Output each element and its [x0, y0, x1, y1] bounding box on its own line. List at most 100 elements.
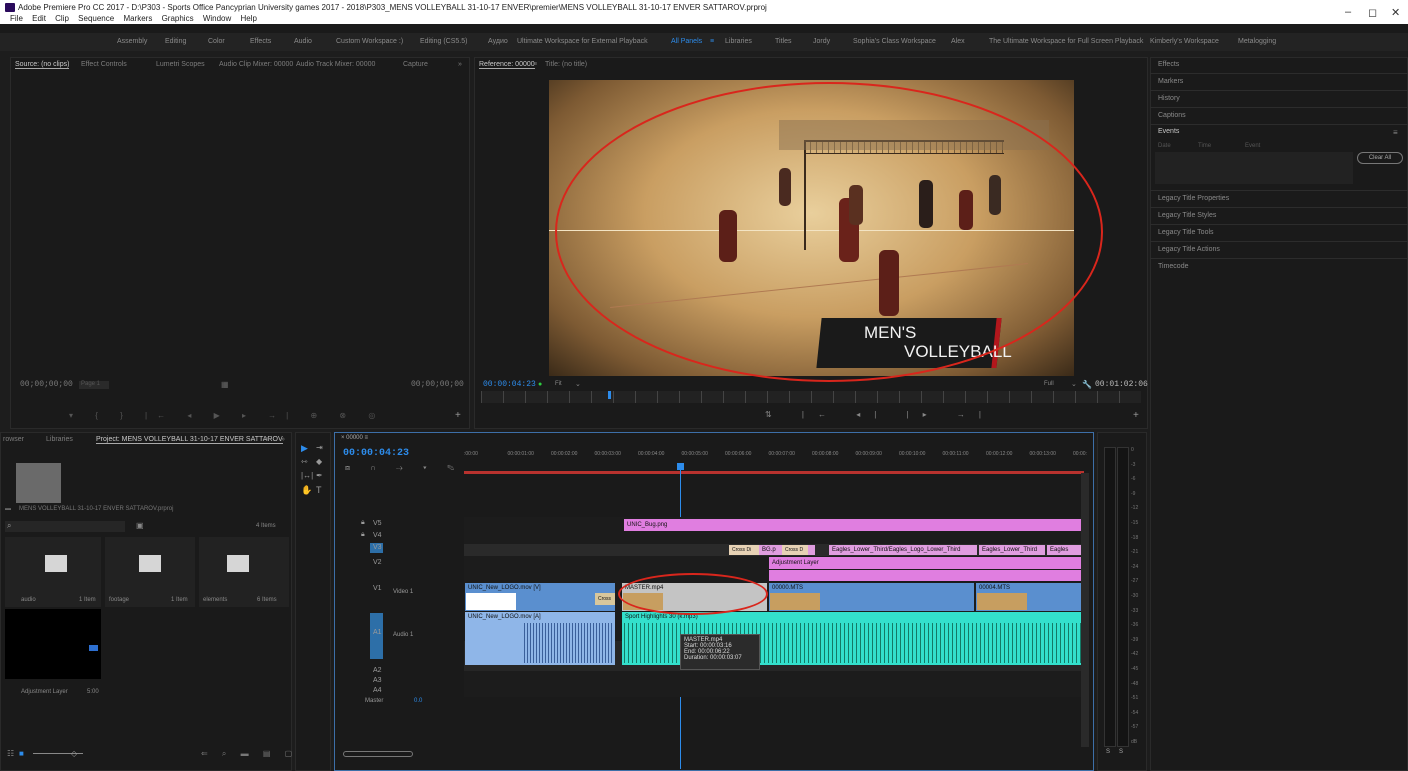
solo-left-button[interactable]: S [1106, 749, 1110, 755]
reference-time-ruler[interactable] [481, 391, 1141, 403]
minimize-button[interactable]: – [1345, 6, 1351, 18]
workspace-tab[interactable]: Assembly [117, 38, 147, 45]
source-timecode-in[interactable]: 00;00;00;00 [20, 380, 73, 389]
panel-overflow-icon[interactable]: » [281, 436, 285, 443]
bin-footage[interactable]: footage 1 Item [105, 537, 195, 607]
pen-tool-icon[interactable]: ✒ [316, 471, 323, 480]
panel-legacy-title-actions[interactable]: Legacy Title Actions [1158, 246, 1220, 253]
tab-source[interactable]: Source: (no clips) [15, 61, 70, 69]
panel-legacy-title-tools[interactable]: Legacy Title Tools [1158, 229, 1214, 236]
clip-v3-lower-third-3[interactable]: Eagles [1047, 545, 1082, 555]
menu-clip[interactable]: Clip [55, 14, 69, 23]
menu-graphics[interactable]: Graphics [162, 14, 194, 23]
timeline-tool-icons[interactable]: ⧈ ∩ ⇢ ▾ ✎ [345, 463, 463, 473]
workspace-menu-icon[interactable]: ≡ [710, 38, 714, 45]
panel-effects[interactable]: Effects [1158, 61, 1179, 68]
wrench-icon[interactable]: 🔧 [1082, 380, 1092, 389]
workspace-tab[interactable]: Kimberly's Workspace [1150, 38, 1219, 45]
tab-lumetri-scopes[interactable]: Lumetri Scopes [156, 61, 205, 68]
tab-audio-clip-mixer[interactable]: Audio Clip Mixer: 00000 [219, 61, 293, 68]
panel-overflow-icon[interactable]: » [458, 61, 462, 68]
hand-tool-icon[interactable]: ✋ [301, 485, 312, 496]
workspace-tab[interactable]: Titles [775, 38, 791, 45]
menu-edit[interactable]: Edit [32, 14, 46, 23]
tab-title[interactable]: Title: (no title) [545, 61, 587, 68]
slip-tool-icon[interactable]: |↔| [301, 471, 313, 480]
track-v3-label[interactable]: V3 [373, 544, 382, 551]
workspace-tab[interactable]: Metalogging [1238, 38, 1276, 45]
track-select-tool-icon[interactable]: ⇥ [316, 443, 323, 452]
type-tool-icon[interactable]: T [316, 485, 322, 495]
tab-media-browser[interactable]: rowser [3, 436, 24, 443]
reference-transport-controls[interactable]: ⇅ |← ◂| |▸ →| [765, 410, 995, 419]
list-view-icon[interactable]: ☷ [7, 749, 14, 758]
workspace-tab[interactable]: Editing (CS5.5) [420, 38, 467, 45]
master-volume-value[interactable]: 0.0 [414, 698, 422, 704]
ripple-edit-tool-icon[interactable]: ⇿ [301, 457, 308, 466]
menu-window[interactable]: Window [203, 14, 231, 23]
add-button-icon[interactable]: + [1133, 410, 1139, 421]
clip-v2-adjustment-layer[interactable]: Adjustment Layer [769, 557, 1082, 569]
menu-file[interactable]: File [10, 14, 23, 23]
events-menu-icon[interactable]: ≡ [1393, 128, 1398, 137]
work-area-bar[interactable] [464, 471, 1084, 474]
icon-view-icon[interactable]: ■ [19, 749, 24, 758]
resolution-select[interactable]: Full [1044, 381, 1054, 387]
selection-tool-icon[interactable]: ▶ [301, 443, 308, 454]
bin-audio[interactable]: audio 1 Item [5, 537, 101, 607]
menu-sequence[interactable]: Sequence [78, 14, 114, 23]
project-menu-icon[interactable]: ≡ [265, 436, 269, 443]
source-transport-controls[interactable]: ▾ { } |← ◂ ▶ ▸ →| ⊕ ⊗ ◎ [69, 411, 385, 420]
track-a3-label[interactable]: A3 [373, 677, 382, 684]
workspace-tab-active[interactable]: All Panels [671, 38, 702, 45]
workspace-tab[interactable]: Editing [165, 38, 186, 45]
clear-all-button[interactable]: Clear All [1357, 152, 1403, 164]
menu-markers[interactable]: Markers [123, 14, 152, 23]
workspace-tab[interactable]: Libraries [725, 38, 752, 45]
bin-elements[interactable]: elements 6 Items [199, 537, 289, 607]
tab-capture[interactable]: Capture [403, 61, 428, 68]
adjustment-layer-item[interactable] [5, 609, 101, 679]
panel-events[interactable]: Events [1158, 128, 1179, 135]
source-timecode-out[interactable]: 00;00;00;00 [411, 380, 464, 389]
clip-v2-adjustment-extension[interactable] [769, 570, 1082, 581]
tab-project[interactable]: Project: MENS VOLLEYBALL 31-10-17 ENVER … [96, 436, 283, 444]
tab-reference[interactable]: Reference: 00000 [479, 61, 535, 69]
maximize-button[interactable]: ◻ [1368, 6, 1377, 19]
timeline-ruler[interactable]: :00:00 00:00:01:00 00:00:02:00 00:00:03:00 0… [464, 445, 1087, 475]
reference-playhead[interactable] [608, 391, 611, 399]
tab-audio-track-mixer[interactable]: Audio Track Mixer: 00000 [296, 61, 375, 68]
lock-icon[interactable]: 🔒︎ [361, 531, 365, 539]
panel-history[interactable]: History [1158, 95, 1180, 102]
workspace-tab[interactable]: Custom Workspace :) [336, 38, 403, 45]
zoom-select[interactable]: Fit [555, 381, 562, 387]
razor-tool-icon[interactable]: ◆ [316, 457, 322, 466]
settings-icon[interactable]: ▦ [221, 380, 229, 389]
solo-right-button[interactable]: S [1119, 749, 1123, 755]
track-v5-label[interactable]: V5 [373, 520, 382, 527]
clip-v3-lower-third[interactable]: Eagles_Lower_Third/Eagles_Logo_Lower_Thi… [829, 545, 977, 555]
clip-v3-lower-third-2[interactable]: Eagles_Lower_Third [979, 545, 1045, 555]
track-a4-label[interactable]: A4 [373, 687, 382, 694]
workspace-tab[interactable]: Audio [294, 38, 312, 45]
track-a1-label[interactable]: A1 [373, 629, 382, 636]
lock-icon[interactable]: 🔒︎ [361, 519, 365, 527]
menu-help[interactable]: Help [241, 14, 257, 23]
track-a1-target[interactable] [370, 613, 383, 659]
track-a2-label[interactable]: A2 [373, 667, 382, 674]
vertical-scrollbar[interactable] [1081, 473, 1089, 747]
workspace-tab[interactable]: Effects [250, 38, 271, 45]
new-bin-icon[interactable]: ▣ [136, 521, 144, 530]
reference-timecode[interactable]: 00:00:04:23 [483, 380, 536, 389]
panel-timecode[interactable]: Timecode [1158, 263, 1188, 270]
workspace-tab[interactable]: Color [208, 38, 225, 45]
timeline-timecode[interactable]: 00:00:04:23 [343, 448, 409, 459]
chevron-down-icon[interactable]: ⌄ [1071, 380, 1077, 388]
workspace-tab[interactable]: Аудио [488, 38, 508, 45]
workspace-tab[interactable]: Sophia's Class Workspace [853, 38, 936, 45]
clip-v1-cross-dissolve[interactable]: Cross [595, 593, 615, 605]
panel-captions[interactable]: Captions [1158, 112, 1186, 119]
track-v2-label[interactable]: V2 [373, 559, 382, 566]
tab-libraries[interactable]: Libraries [46, 436, 73, 443]
tab-effect-controls[interactable]: Effect Controls [81, 61, 127, 68]
